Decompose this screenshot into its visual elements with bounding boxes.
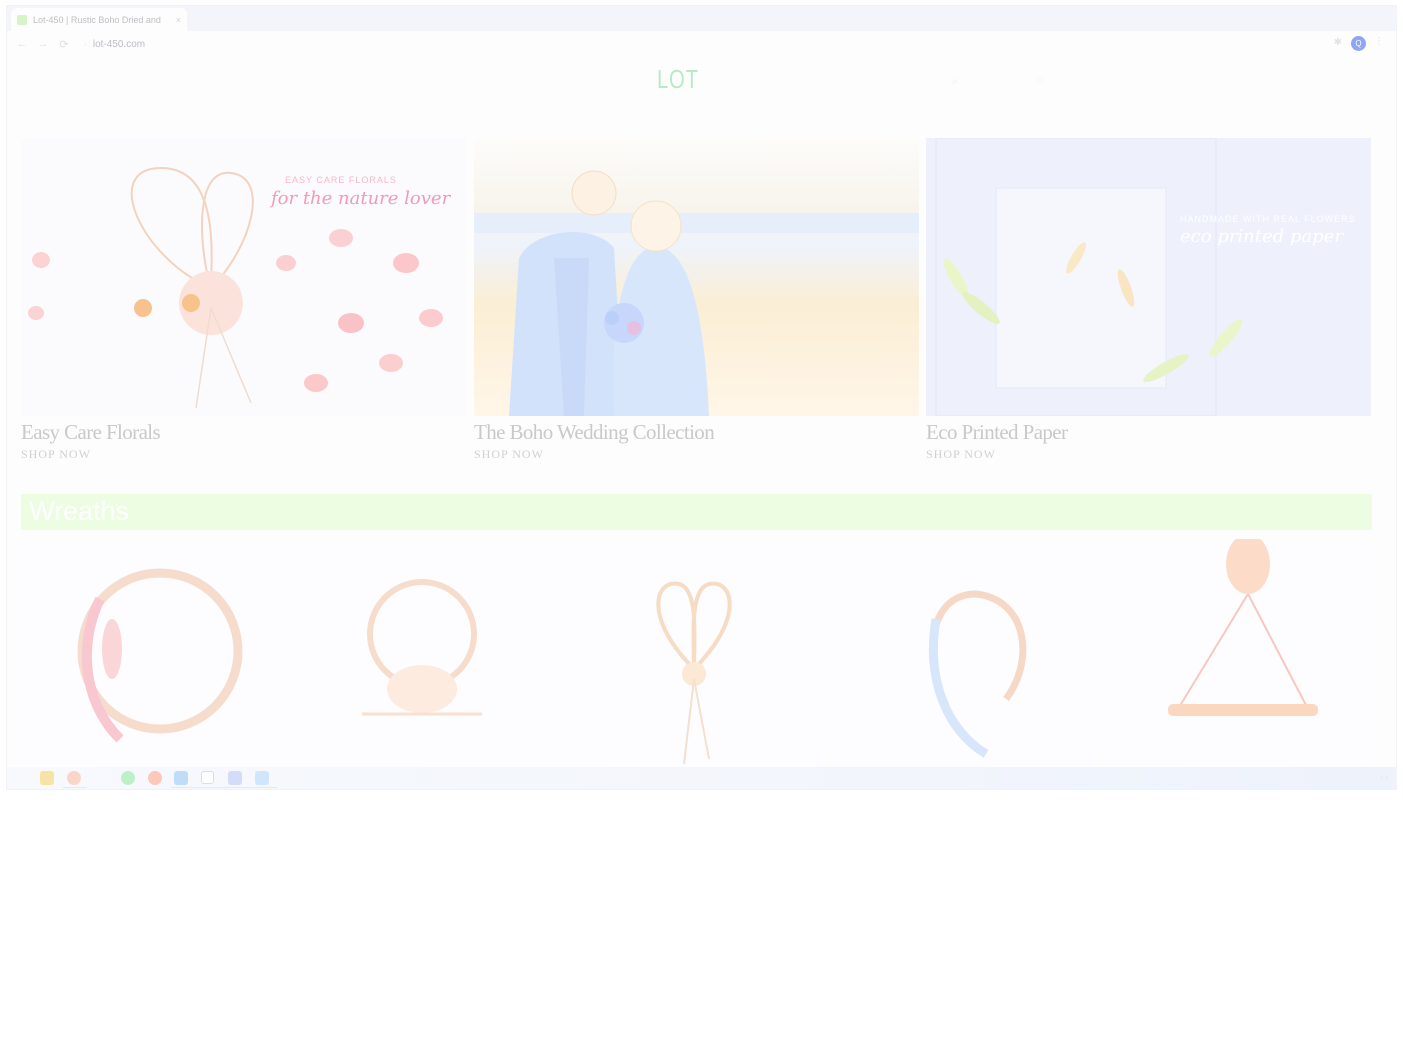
wreath-image [77,568,243,743]
browser-tab[interactable]: Lot-450 | Rustic Boho Dried and × [11,8,187,31]
product-card[interactable] [836,539,1098,767]
product-grid [20,539,1372,767]
banner-eco-printed-paper[interactable]: HANDMADE WITH REAL FLOWERS eco printed p… [926,138,1371,462]
wedding-photo-illustration [474,170,919,416]
banner-overlay-label: HANDMADE WITH REAL FLOWERS [1180,214,1356,224]
active-indicator [171,787,277,788]
tab-strip: Lot-450 | Rustic Boho Dried and × [7,6,1396,31]
product-card[interactable] [1108,539,1370,767]
section-title: Wreaths [29,496,130,526]
shop-now-link[interactable]: SHOP NOW [21,447,466,462]
wreath-image [362,579,482,716]
product-card[interactable] [20,539,282,767]
profile-avatar[interactable]: Q [1351,36,1366,51]
search-icon[interactable]: ⌕ [952,76,958,87]
address-bar: ← → ⟳ ◦ lot-450.com ✱ Q ⋮ [7,31,1396,57]
banner-image[interactable] [474,138,919,416]
home-icon[interactable] [40,771,54,785]
banner-title[interactable]: Eco Printed Paper [926,420,1371,445]
reload-icon[interactable]: ⟳ [58,38,70,51]
photoshop-icon[interactable] [255,771,269,785]
header-icons: ⌕ ♡ [952,76,1045,87]
shop-now-link[interactable]: SHOP NOW [926,447,1371,462]
banner-overlay-label: EASY CARE FLORALS [285,175,397,185]
product-card[interactable] [292,539,554,767]
paper-illustration [935,138,1243,416]
favicon-icon [17,14,27,25]
banner-title[interactable]: Easy Care Florals [21,420,466,445]
lock-icon: ◦ [84,39,87,49]
back-icon[interactable]: ← [16,38,28,50]
site-logo[interactable]: LOT [657,64,699,95]
extension-icon[interactable]: ✱ [1334,37,1342,48]
banner-easy-care-florals[interactable]: EASY CARE FLORALS for the nature lover E… [21,138,466,462]
menu-icon[interactable]: ⋮ [1374,36,1384,47]
close-icon[interactable]: × [176,15,181,25]
wishlist-icon[interactable]: ♡ [1036,76,1045,87]
banner-image[interactable]: HANDMADE WITH REAL FLOWERS eco printed p… [926,138,1371,416]
spotify-icon[interactable] [121,771,135,785]
banner-title[interactable]: The Boho Wedding Collection [474,420,919,445]
wreath-image [1168,539,1318,716]
forward-icon[interactable]: → [37,38,49,50]
banner-overlay-script: eco printed paper [1180,226,1343,247]
browser-window: Lot-450 | Rustic Boho Dried and × ← → ⟳ … [6,5,1397,790]
wreath-image [656,581,732,765]
banner-boho-wedding[interactable]: The Boho Wedding Collection SHOP NOW [474,138,919,462]
section-header-bar: Wreaths [21,494,1372,530]
chrome-icon[interactable] [67,771,81,785]
app-icon[interactable] [201,771,214,784]
product-card[interactable] [564,539,826,767]
florals-illustration [28,166,443,409]
url-field[interactable]: lot-450.com [93,39,145,50]
active-indicator [63,787,87,788]
laptop-icon[interactable] [228,771,242,785]
tab-title: Lot-450 | Rustic Boho Dried and [33,14,161,25]
banner-overlay-script: for the nature lover [271,188,451,209]
wreath-image [928,590,1027,758]
shop-now-link[interactable]: SHOP NOW [474,447,919,462]
os-taskbar: ▪ ▪ [7,767,1396,789]
banner-image[interactable]: EASY CARE FLORALS for the nature lover [21,138,466,416]
vscode-icon[interactable] [174,771,188,785]
firefox-icon[interactable] [148,771,162,785]
system-tray[interactable]: ▪ ▪ [1380,773,1388,782]
